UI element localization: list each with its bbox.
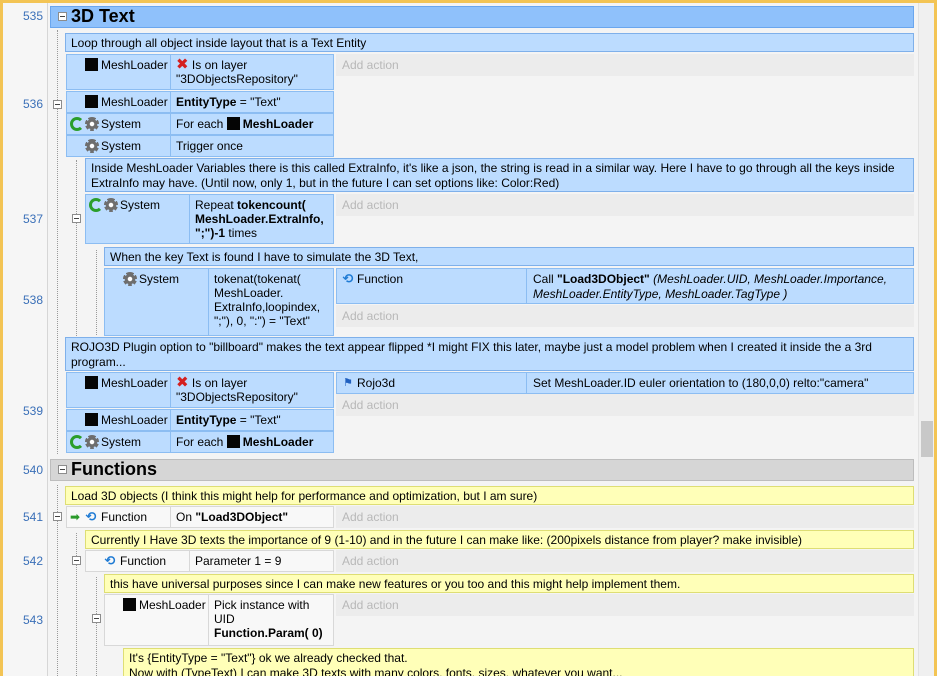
- group-title: Functions: [71, 459, 157, 479]
- rojo3d-icon: ⚑: [343, 377, 353, 389]
- comment[interactable]: Currently I Have 3D texts the importance…: [85, 530, 914, 549]
- condition-tokenat[interactable]: System tokenat(tokenat( MeshLoader. Extr…: [104, 268, 334, 336]
- condition-on-function[interactable]: ➡ ⟲ Function On "Load3DObject": [66, 506, 334, 528]
- blue-cycle-icon: ⟲: [342, 271, 354, 286]
- gear-icon: [85, 435, 99, 449]
- tree-line: [57, 30, 58, 454]
- vertical-scrollbar[interactable]: [918, 3, 934, 676]
- event-sheet: 535 536 537 538 539 540 541 542 543 3D T…: [3, 3, 934, 676]
- line-number: 536: [22, 97, 43, 111]
- collapse-toggle[interactable]: [58, 465, 67, 474]
- comment[interactable]: Inside MeshLoader Variables there is thi…: [85, 158, 914, 192]
- condition-trigger-once[interactable]: System Trigger once: [66, 135, 334, 157]
- tree-line: [76, 533, 77, 676]
- condition-for-each[interactable]: System For each MeshLoader: [66, 431, 334, 453]
- tree-line: [96, 250, 97, 335]
- tree-line: [96, 577, 97, 676]
- condition-entity-type[interactable]: MeshLoader EntityType = "Text": [66, 91, 334, 113]
- blue-cycle-icon: ⟲: [85, 509, 97, 524]
- collapse-toggle[interactable]: [58, 12, 67, 21]
- add-action[interactable]: Add action: [336, 54, 914, 76]
- blue-cycle-icon: ⟲: [104, 553, 116, 568]
- gear-icon: [85, 139, 99, 153]
- comment[interactable]: It's {EntityType = "Text"} ok we already…: [123, 648, 914, 676]
- meshloader-icon: [85, 95, 98, 108]
- add-action[interactable]: Add action: [336, 594, 914, 616]
- group-header-3d-text[interactable]: 3D Text: [50, 6, 914, 28]
- comment[interactable]: Load 3D objects (I think this might help…: [65, 486, 914, 505]
- red-x-icon: ✖: [176, 374, 189, 391]
- condition-is-on-layer[interactable]: MeshLoader ✖ Is on layer "3DObjectsReposi…: [66, 372, 334, 408]
- action-euler-orientation[interactable]: ⚑ Rojo3d Set MeshLoader.ID euler orientat…: [336, 372, 914, 394]
- meshloader-icon: [85, 58, 98, 71]
- meshloader-icon: [226, 435, 240, 448]
- condition-pick-instance[interactable]: MeshLoader Pick instance with UID Functi…: [104, 594, 334, 646]
- comment[interactable]: this have universal purposes since I can…: [104, 574, 914, 593]
- line-number: 540: [22, 463, 43, 477]
- tree-line: [76, 160, 77, 338]
- meshloader-icon: [123, 598, 136, 611]
- red-x-icon: ✖: [176, 56, 189, 73]
- condition-repeat[interactable]: System Repeat tokencount( MeshLoader.Ext…: [85, 194, 334, 244]
- add-action[interactable]: Add action: [336, 394, 914, 416]
- condition-entity-type[interactable]: MeshLoader EntityType = "Text": [66, 409, 334, 431]
- add-action[interactable]: Add action: [336, 305, 914, 327]
- add-action[interactable]: Add action: [336, 550, 914, 572]
- comment[interactable]: When the key Text is found I have to sim…: [104, 247, 914, 266]
- collapse-toggle[interactable]: [92, 614, 101, 623]
- comment[interactable]: Loop through all object inside layout th…: [65, 33, 914, 52]
- action-call-function[interactable]: ⟲ Function Call "Load3DObject" (MeshLoade…: [336, 268, 914, 304]
- gear-icon: [123, 272, 137, 286]
- line-number: 535: [22, 9, 43, 23]
- group-title: 3D Text: [71, 6, 135, 26]
- line-number: 543: [22, 613, 43, 627]
- line-number: 541: [22, 510, 43, 524]
- collapse-toggle[interactable]: [53, 100, 62, 109]
- meshloader-icon: [85, 413, 98, 426]
- line-number: 539: [22, 404, 43, 418]
- gear-icon: [104, 198, 118, 212]
- condition-is-on-layer[interactable]: MeshLoader ✖ Is on layer "3DObjectsReposi…: [66, 54, 334, 90]
- meshloader-icon: [85, 376, 98, 389]
- green-cycle-icon: [89, 198, 103, 212]
- line-number-gutter: 535 536 537 538 539 540 541 542 543: [3, 3, 48, 676]
- gear-icon: [85, 117, 99, 131]
- collapse-toggle[interactable]: [53, 512, 62, 521]
- collapse-toggle[interactable]: [72, 556, 81, 565]
- green-cycle-icon: [70, 117, 84, 131]
- line-number: 538: [22, 293, 43, 307]
- green-cycle-icon: [70, 435, 84, 449]
- condition-parameter[interactable]: ⟲ Function Parameter 1 = 9: [85, 550, 334, 572]
- green-arrow-icon: ➡: [70, 510, 81, 524]
- group-header-functions[interactable]: Functions: [50, 459, 914, 481]
- line-number: 542: [22, 554, 43, 568]
- collapse-toggle[interactable]: [72, 214, 81, 223]
- add-action[interactable]: Add action: [336, 506, 914, 528]
- add-action[interactable]: Add action: [336, 194, 914, 216]
- comment[interactable]: ROJO3D Plugin option to "billboard" make…: [65, 337, 914, 371]
- condition-for-each[interactable]: System For each MeshLoader: [66, 113, 334, 135]
- line-number: 537: [22, 212, 43, 226]
- scrollbar-thumb[interactable]: [921, 421, 933, 457]
- meshloader-icon: [226, 117, 240, 130]
